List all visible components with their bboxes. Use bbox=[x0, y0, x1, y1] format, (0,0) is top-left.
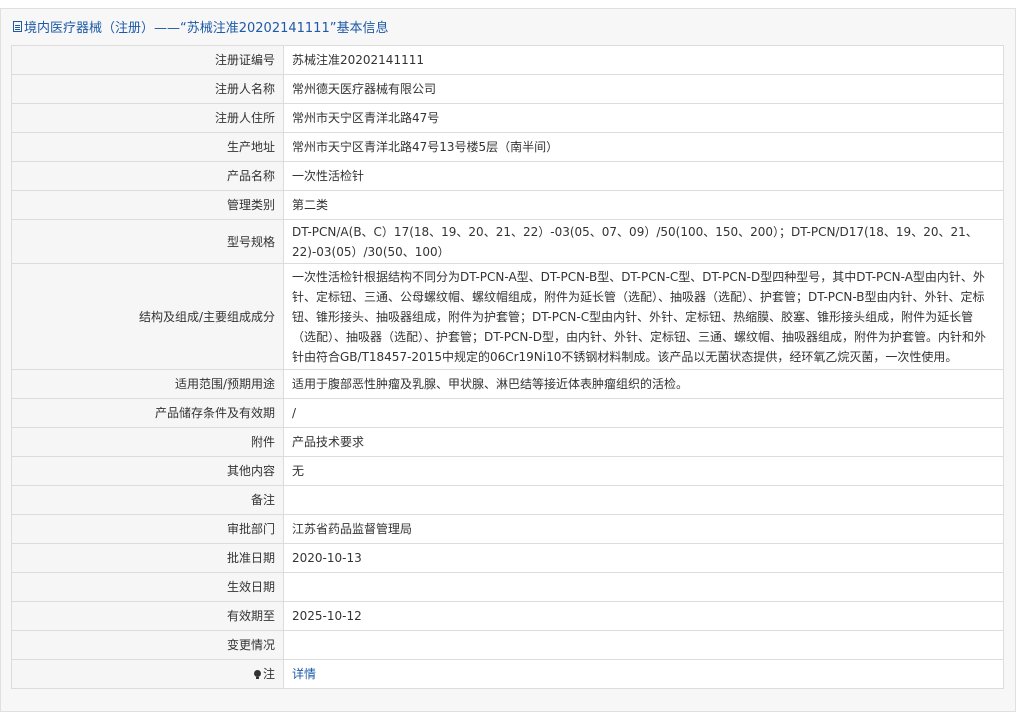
row-label: 注册人名称 bbox=[11, 74, 284, 104]
panel-title: 境内医疗器械（注册）——“苏械注准20202141111”基本信息 bbox=[1, 9, 1015, 43]
table-row: 批准日期 2020-10-13 bbox=[11, 543, 1004, 573]
row-value bbox=[283, 572, 1004, 602]
row-label: 产品储存条件及有效期 bbox=[11, 398, 284, 428]
row-label: 型号规格 bbox=[11, 219, 284, 264]
table-row: 注册人名称 常州德天医疗器械有限公司 bbox=[11, 74, 1004, 104]
row-label: 生效日期 bbox=[11, 572, 284, 602]
row-value: 常州市天宁区青洋北路47号 bbox=[283, 103, 1004, 133]
table-row: 生产地址 常州市天宁区青洋北路47号13号楼5层（南半间） bbox=[11, 132, 1004, 162]
row-value: 一次性活检针根据结构不同分为DT-PCN-A型、DT-PCN-B型、DT-PCN… bbox=[283, 263, 1004, 370]
table-row-note: 注 详情 bbox=[11, 659, 1004, 689]
table-row: 产品储存条件及有效期 / bbox=[11, 398, 1004, 428]
row-value: 2025-10-12 bbox=[283, 601, 1004, 631]
row-value: 苏械注准20202141111 bbox=[283, 45, 1004, 75]
document-icon bbox=[13, 20, 22, 32]
row-label: 其他内容 bbox=[11, 456, 284, 486]
row-value: 无 bbox=[283, 456, 1004, 486]
table-row: 备注 bbox=[11, 485, 1004, 515]
row-label: 批准日期 bbox=[11, 543, 284, 573]
row-label: 备注 bbox=[11, 485, 284, 515]
details-link[interactable]: 详情 bbox=[292, 667, 316, 681]
row-label: 附件 bbox=[11, 427, 284, 457]
row-value bbox=[283, 485, 1004, 515]
table-row: 其他内容 无 bbox=[11, 456, 1004, 486]
row-label: 管理类别 bbox=[11, 190, 284, 220]
row-label: 注册人住所 bbox=[11, 103, 284, 133]
table-row: 生效日期 bbox=[11, 572, 1004, 602]
table-row: 产品名称 一次性活检针 bbox=[11, 161, 1004, 191]
table-row: 管理类别 第二类 bbox=[11, 190, 1004, 220]
table-row: 审批部门 江苏省药品监督管理局 bbox=[11, 514, 1004, 544]
row-label: 注册证编号 bbox=[11, 45, 284, 75]
row-value: 常州市天宁区青洋北路47号13号楼5层（南半间） bbox=[283, 132, 1004, 162]
panel-title-text: 境内医疗器械（注册）——“苏械注准20202141111”基本信息 bbox=[24, 20, 389, 36]
row-value bbox=[283, 630, 1004, 660]
row-label: 产品名称 bbox=[11, 161, 284, 191]
table-row: 有效期至 2025-10-12 bbox=[11, 601, 1004, 631]
row-value: 2020-10-13 bbox=[283, 543, 1004, 573]
table-row: 附件 产品技术要求 bbox=[11, 427, 1004, 457]
note-label-cell: 注 bbox=[11, 659, 284, 689]
row-label: 结构及组成/主要组成成分 bbox=[11, 263, 284, 370]
row-label: 审批部门 bbox=[11, 514, 284, 544]
row-value: 产品技术要求 bbox=[283, 427, 1004, 457]
row-value: 适用于腹部恶性肿瘤及乳腺、甲状腺、淋巴结等接近体表肿瘤组织的活检。 bbox=[283, 369, 1004, 399]
table-row: 变更情况 bbox=[11, 630, 1004, 660]
row-label: 适用范围/预期用途 bbox=[11, 369, 284, 399]
info-table: 注册证编号 苏械注准20202141111 注册人名称 常州德天医疗器械有限公司… bbox=[11, 45, 1004, 689]
row-value: 常州德天医疗器械有限公司 bbox=[283, 74, 1004, 104]
row-value: / bbox=[283, 398, 1004, 428]
row-value: 一次性活检针 bbox=[283, 161, 1004, 191]
row-value: DT-PCN/A(B、C）17(18、19、20、21、22）-03(05、07… bbox=[283, 219, 1004, 264]
note-label: 注 bbox=[262, 667, 275, 681]
table-row: 结构及组成/主要组成成分 一次性活检针根据结构不同分为DT-PCN-A型、DT-… bbox=[11, 263, 1004, 370]
row-label: 生产地址 bbox=[11, 132, 284, 162]
table-row: 适用范围/预期用途 适用于腹部恶性肿瘤及乳腺、甲状腺、淋巴结等接近体表肿瘤组织的… bbox=[11, 369, 1004, 399]
row-label: 有效期至 bbox=[11, 601, 284, 631]
row-label: 变更情况 bbox=[11, 630, 284, 660]
note-value-cell: 详情 bbox=[283, 659, 1004, 689]
row-value: 江苏省药品监督管理局 bbox=[283, 514, 1004, 544]
lightbulb-icon bbox=[253, 670, 261, 679]
table-row: 型号规格 DT-PCN/A(B、C）17(18、19、20、21、22）-03(… bbox=[11, 219, 1004, 264]
row-value: 第二类 bbox=[283, 190, 1004, 220]
table-row: 注册证编号 苏械注准20202141111 bbox=[11, 45, 1004, 75]
table-row: 注册人住所 常州市天宁区青洋北路47号 bbox=[11, 103, 1004, 133]
